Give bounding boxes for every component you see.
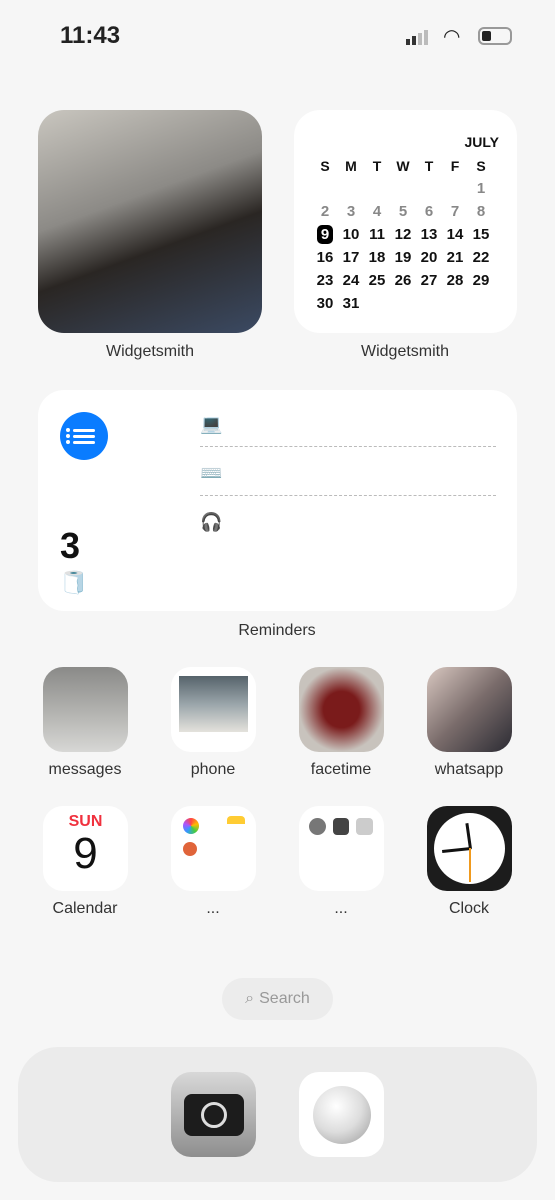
calendar-day: 24 bbox=[342, 272, 360, 289]
toilet-paper-icon: 🧻 bbox=[60, 570, 88, 595]
calendar-date: 9 bbox=[73, 829, 98, 878]
reminder-item[interactable]: 💻 bbox=[200, 398, 496, 447]
app-label: phone bbox=[190, 761, 236, 778]
calendar-day: 17 bbox=[342, 249, 360, 266]
weekday-header: F bbox=[450, 157, 460, 174]
calendar-day: 28 bbox=[446, 272, 464, 289]
calendar-day: 8 bbox=[476, 203, 486, 220]
clock-app-icon[interactable] bbox=[427, 806, 512, 891]
camera-app-icon[interactable] bbox=[171, 1072, 256, 1157]
calendar-day: 30 bbox=[316, 295, 334, 312]
calendar-day: 15 bbox=[472, 226, 490, 243]
calendar-day bbox=[468, 292, 494, 315]
calendar-day: 19 bbox=[394, 249, 412, 266]
calendar-grid: S M T W T F S 1 2 3 4 5 6 7 8 9 10 11 12 13 14 15 16 17 18 19 20 21… bbox=[312, 154, 494, 315]
signal-icon bbox=[406, 30, 428, 45]
calendar-widget-label: Widgetsmith bbox=[360, 343, 450, 360]
reminders-widget[interactable]: 3 🧻 💻 ⌨️ 🎧 bbox=[38, 390, 517, 611]
search-icon: ⌕ bbox=[245, 990, 255, 1007]
calendar-day: 20 bbox=[420, 249, 438, 266]
weekday-header: T bbox=[372, 157, 382, 174]
calendar-day bbox=[416, 177, 442, 200]
app-label: ... bbox=[334, 900, 348, 917]
calendar-day: 2 bbox=[320, 203, 330, 220]
reminders-widget-label: Reminders bbox=[238, 622, 316, 639]
facetime-app-icon[interactable] bbox=[299, 667, 384, 752]
calendar-day bbox=[312, 177, 338, 200]
app-label: Clock bbox=[448, 900, 489, 917]
weekday-header: S bbox=[476, 157, 486, 174]
calendar-day bbox=[442, 177, 468, 200]
calendar-day: 1 bbox=[476, 180, 486, 197]
wifi-icon: ◠ bbox=[443, 26, 461, 48]
calendar-day: 23 bbox=[316, 272, 334, 289]
search-label: Search bbox=[259, 990, 310, 1007]
calendar-day bbox=[390, 292, 416, 315]
calendar-day: 12 bbox=[394, 226, 412, 243]
calendar-day: 7 bbox=[450, 203, 460, 220]
calendar-day: 25 bbox=[368, 272, 386, 289]
calendar-day bbox=[364, 177, 390, 200]
calendar-day: 31 bbox=[342, 295, 360, 312]
calendar-widget[interactable]: JULY S M T W T F S 1 2 3 4 5 6 7 8 9 10 11 12 13 14 15 16 17 18 1… bbox=[294, 110, 517, 333]
calendar-day bbox=[364, 292, 390, 315]
calendar-day: 5 bbox=[398, 203, 408, 220]
calendar-month: JULY bbox=[464, 134, 499, 150]
calendar-day: 11 bbox=[369, 226, 385, 243]
calendar-day bbox=[338, 177, 364, 200]
calendar-day bbox=[442, 292, 468, 315]
calendar-day: 13 bbox=[420, 226, 438, 243]
reminder-item[interactable]: 🎧 bbox=[200, 496, 496, 545]
weekday-header: M bbox=[345, 157, 357, 174]
reminder-item[interactable]: ⌨️ bbox=[200, 447, 496, 496]
calendar-day: 22 bbox=[472, 249, 490, 266]
calendar-day: 27 bbox=[420, 272, 438, 289]
glass-orb-app-icon[interactable] bbox=[299, 1072, 384, 1157]
calendar-day: 10 bbox=[342, 226, 360, 243]
photo-widget[interactable] bbox=[38, 110, 262, 333]
phone-app-icon[interactable] bbox=[179, 676, 248, 732]
messages-app-icon[interactable] bbox=[43, 667, 128, 752]
calendar-day bbox=[390, 177, 416, 200]
calendar-day: 18 bbox=[368, 249, 386, 266]
calendar-day: 6 bbox=[424, 203, 434, 220]
dock bbox=[18, 1047, 537, 1182]
search-button[interactable]: ⌕ Search bbox=[222, 978, 333, 1020]
status-time: 11:43 bbox=[60, 22, 121, 49]
battery-icon bbox=[478, 27, 512, 45]
calendar-day: 14 bbox=[446, 226, 464, 243]
photo-widget-label: Widgetsmith bbox=[105, 343, 195, 360]
reminders-count: 3 bbox=[60, 525, 81, 566]
calendar-day: 9 bbox=[312, 223, 338, 246]
calendar-day: 4 bbox=[372, 203, 382, 220]
calendar-day: 3 bbox=[346, 203, 356, 220]
app-label: Calendar bbox=[52, 900, 118, 917]
today-marker: 9 bbox=[316, 225, 334, 244]
calendar-day bbox=[416, 292, 442, 315]
calendar-day: 26 bbox=[394, 272, 412, 289]
calendar-app-icon[interactable]: SUN 9 bbox=[43, 806, 128, 891]
whatsapp-app-icon[interactable] bbox=[427, 667, 512, 752]
app-label: messages bbox=[48, 761, 122, 778]
weekday-header: S bbox=[320, 157, 330, 174]
folder-icon[interactable] bbox=[171, 806, 256, 891]
app-label: whatsapp bbox=[434, 761, 504, 778]
calendar-day: 16 bbox=[316, 249, 334, 266]
calendar-day: 29 bbox=[472, 272, 490, 289]
weekday-header: T bbox=[424, 157, 434, 174]
calendar-day: 21 bbox=[446, 249, 464, 266]
app-label: facetime bbox=[310, 761, 372, 778]
app-label: ... bbox=[206, 900, 220, 917]
weekday-header: W bbox=[396, 157, 410, 174]
folder-icon[interactable] bbox=[299, 806, 384, 891]
list-icon bbox=[60, 412, 108, 460]
